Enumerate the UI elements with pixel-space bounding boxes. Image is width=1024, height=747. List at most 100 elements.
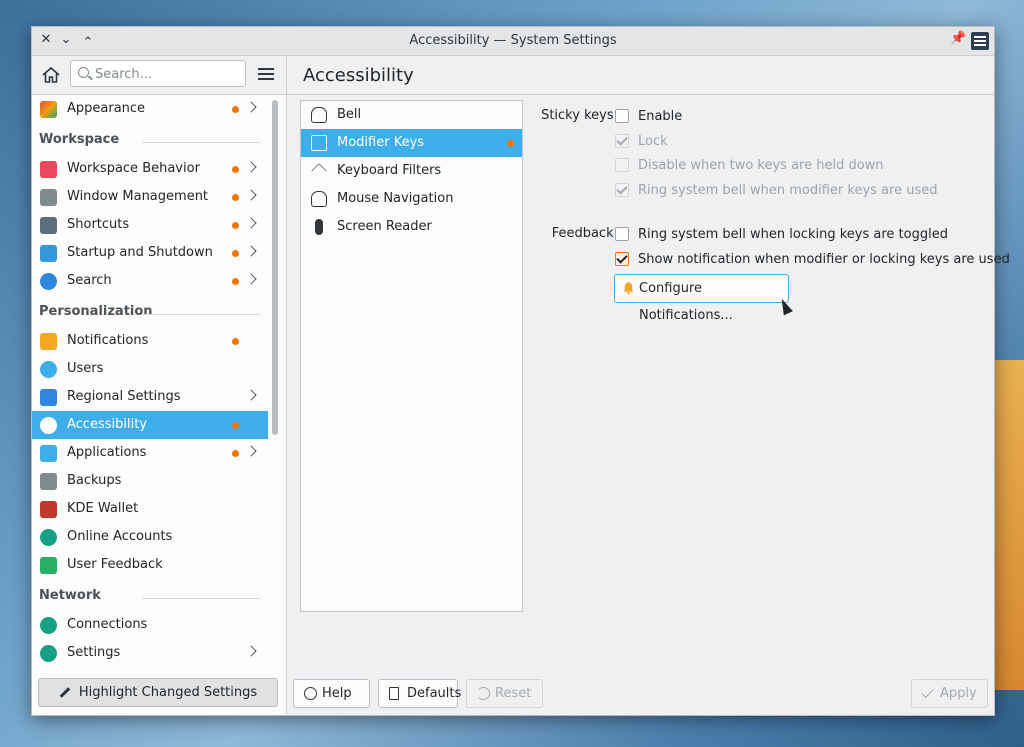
sidebar-item-connections[interactable]: Connections	[32, 611, 268, 639]
checkbox-label: Enable	[638, 109, 683, 124]
home-icon[interactable]	[40, 64, 62, 86]
sidebar-item-accessibility[interactable]: Accessibility	[32, 411, 268, 439]
sidebar-section-header: Personalization	[32, 295, 268, 327]
sidebar-item-label: Online Accounts	[67, 529, 173, 544]
checkbox[interactable]	[615, 109, 629, 123]
sidebar-item-label: Connections	[67, 617, 148, 632]
highlight-changed-settings-button[interactable]: Highlight Changed Settings	[38, 678, 278, 707]
help-button[interactable]: Help	[293, 679, 370, 708]
category-screen-reader[interactable]: Screen Reader	[301, 213, 522, 241]
checkbox-row-show-notification-when-modifier-or-locking-keys-are-used[interactable]: Show notification when modifier or locki…	[615, 251, 1010, 271]
category-label: Bell	[337, 107, 362, 122]
scrollbar-thumb[interactable]	[272, 100, 278, 435]
checkbox-row-ring-system-bell-when-locking-keys-are-toggled[interactable]: Ring system bell when locking keys are t…	[615, 226, 975, 246]
sidebar-item-online-accounts[interactable]: Online Accounts	[32, 523, 268, 551]
category-keyboard-filters[interactable]: Keyboard Filters	[301, 157, 522, 185]
pin-icon[interactable]: 📌	[950, 31, 966, 47]
category-label: Keyboard Filters	[337, 163, 442, 178]
checkbox[interactable]	[615, 227, 629, 241]
sidebar-item-backups[interactable]: Backups	[32, 467, 268, 495]
sidebar: Appearance Workspace Workspace Behavior Wi…	[32, 56, 287, 715]
sidebar-scrollbar[interactable]	[272, 100, 280, 660]
sidebar-item-users[interactable]: Users	[32, 355, 268, 383]
sidebar-item-label: Notifications	[67, 333, 149, 348]
sidebar-item-label: Settings	[67, 645, 121, 660]
regional-icon	[40, 389, 57, 406]
sidebar-item-startup-and-shutdown[interactable]: Startup and Shutdown	[32, 239, 268, 267]
hamburger-menu-icon[interactable]	[258, 68, 274, 70]
category-mouse-navigation[interactable]: Mouse Navigation	[301, 185, 522, 213]
feedback-icon	[40, 557, 57, 574]
sidebar-item-workspace-behavior[interactable]: Workspace Behavior	[32, 155, 268, 183]
microphone-icon	[315, 219, 323, 235]
backups-icon	[40, 473, 57, 490]
sidebar-item-search[interactable]: Search	[32, 267, 268, 295]
online-accounts-icon	[40, 529, 57, 546]
chevron-right-icon	[245, 273, 257, 285]
search-field[interactable]	[70, 60, 246, 87]
checkmark-icon	[921, 685, 934, 699]
network-settings-icon	[40, 645, 57, 662]
sidebar-item-settings[interactable]: Settings	[32, 639, 268, 667]
main-header: Accessibility	[287, 56, 994, 95]
sidebar-item-user-feedback[interactable]: User Feedback	[32, 551, 268, 579]
sidebar-toolbar	[32, 56, 286, 95]
settings-form: Sticky keys: Enable Lock Disable when two …	[522, 100, 1010, 400]
connections-icon	[40, 617, 57, 634]
chevron-right-icon	[245, 217, 257, 229]
appearance-icon	[40, 101, 57, 118]
category-bell[interactable]: Bell	[301, 101, 522, 129]
search-input[interactable]	[93, 64, 242, 84]
configure-notifications-button[interactable]: Configure Notifications...	[614, 274, 789, 323]
sidebar-item-label: Regional Settings	[67, 389, 181, 404]
sidebar-section-header: Network	[32, 579, 268, 611]
sidebar-section-header: Workspace	[32, 123, 268, 155]
checkbox-row-enable[interactable]: Enable	[615, 108, 975, 128]
settings-window: ✕ ⌄ ⌃ Accessibility — System Settings 📌 …	[31, 26, 1010, 716]
apply-button[interactable]: Apply	[911, 679, 988, 708]
checkbox-label: Lock	[638, 133, 668, 149]
keyboard-icon	[40, 217, 57, 234]
sidebar-item-regional-settings[interactable]: Regional Settings	[32, 383, 268, 411]
chevron-right-icon	[245, 445, 257, 457]
page-title: Accessibility	[303, 65, 414, 86]
highlight-changed-settings-label: Highlight Changed Settings	[78, 685, 258, 700]
checkbox-row-ring-system-bell-when-modifier-keys-are-used: Ring system bell when modifier keys are …	[615, 182, 975, 202]
checkbox	[615, 133, 629, 148]
checkbox-label: Ring system bell when modifier keys are …	[638, 182, 938, 198]
bell-icon	[623, 282, 634, 295]
reset-label: Reset	[495, 686, 532, 701]
reset-button[interactable]: Reset	[466, 679, 543, 708]
workspace-behavior-icon	[40, 161, 57, 178]
changed-indicator	[232, 222, 239, 229]
changed-indicator	[232, 106, 239, 113]
changed-indicator	[232, 250, 239, 257]
changed-indicator	[232, 194, 239, 201]
sidebar-item-appearance[interactable]: Appearance	[32, 95, 268, 123]
category-label: Screen Reader	[337, 219, 432, 234]
sidebar-item-kde-wallet[interactable]: KDE Wallet	[32, 495, 268, 523]
sidebar-item-label: Users	[67, 361, 104, 376]
checkbox[interactable]	[615, 251, 629, 266]
window-menu-icon[interactable]	[971, 32, 989, 50]
sidebar-item-window-management[interactable]: Window Management	[32, 183, 268, 211]
chevron-right-icon	[245, 101, 257, 113]
checkbox-row-disable-when-two-keys-are-held-down: Disable when two keys are held down	[615, 157, 975, 177]
help-label: Help	[322, 686, 352, 701]
sidebar-item-label: Search	[67, 273, 112, 288]
pencil-icon	[59, 687, 71, 698]
sidebar-item-applications[interactable]: Applications	[32, 439, 268, 467]
sidebar-item-notifications[interactable]: Notifications	[32, 327, 268, 355]
sidebar-item-label: KDE Wallet	[67, 501, 139, 516]
checkbox	[615, 182, 629, 197]
category-modifier-keys[interactable]: Modifier Keys	[301, 129, 522, 157]
undo-icon	[477, 687, 490, 700]
sidebar-item-label: User Feedback	[67, 557, 163, 572]
defaults-button[interactable]: Defaults	[378, 679, 461, 708]
sidebar-item-label: Backups	[67, 473, 122, 488]
sidebar-item-shortcuts[interactable]: Shortcuts	[32, 211, 268, 239]
filter-icon	[311, 163, 327, 179]
checkbox-label: Disable when two keys are held down	[638, 158, 884, 173]
configure-notifications-label: Configure Notifications...	[639, 281, 733, 323]
sidebar-item-label: Window Management	[67, 189, 209, 204]
